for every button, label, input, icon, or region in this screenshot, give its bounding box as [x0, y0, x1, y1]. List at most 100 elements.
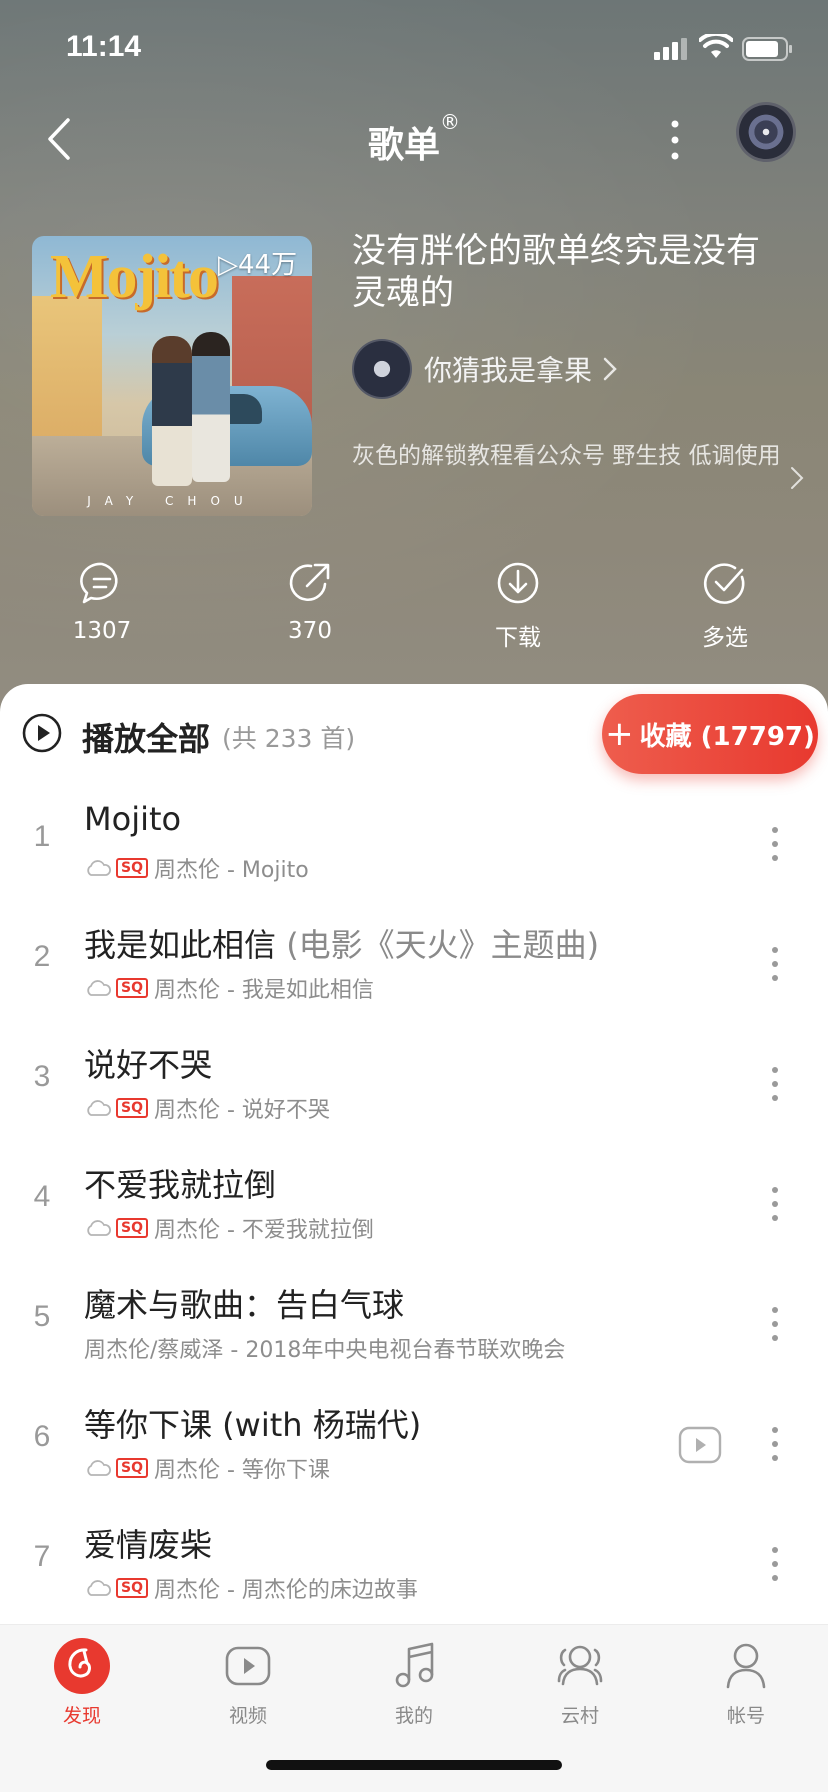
tab-label: 帐号	[726, 1705, 765, 1727]
playlist-description[interactable]: 灰色的解锁教程看公众号 野生技 低调使用	[352, 436, 782, 476]
song-row[interactable]: 7 爱情废柴 SQ 周杰伦 - 周杰伦的床边故事	[0, 1504, 828, 1624]
play-count: ▷44万	[218, 244, 297, 281]
cover-art-person	[192, 332, 230, 482]
download-label: 下载	[495, 625, 541, 651]
home-indicator	[266, 1760, 562, 1770]
song-row[interactable]: 6 等你下课 (with 杨瑞代) SQ 周杰伦 - 等你下课	[0, 1384, 828, 1504]
plus-icon: +	[605, 714, 634, 754]
song-row[interactable]: 5 魔术与歌曲：告白气球 周杰伦/蔡威泽 - 2018年中央电视台春节联欢晚会	[0, 1264, 828, 1384]
sq-quality-badge: SQ	[116, 1218, 148, 1238]
song-artist-album: 周杰伦 - 说好不哭	[153, 1098, 330, 1123]
song-row[interactable]: 1 Mojito SQ 周杰伦 - Mojito	[0, 784, 828, 904]
more-vertical-icon[interactable]	[760, 1302, 790, 1346]
status-time: 11:14	[66, 30, 142, 63]
collect-button[interactable]: + 收藏 (17797)	[602, 694, 818, 774]
song-artist-album: 周杰伦 - Mojito	[153, 858, 309, 883]
comment-button[interactable]: 1307	[42, 560, 162, 644]
creator-avatar[interactable]	[352, 339, 412, 399]
more-vertical-icon[interactable]	[760, 1182, 790, 1226]
song-list-panel: 播放全部 (共 233 首) + 收藏 (17797) 1 Mojito SQ …	[0, 684, 828, 1624]
more-vertical-icon[interactable]	[760, 1062, 790, 1106]
creator-name[interactable]: 你猜我是拿果	[424, 349, 592, 389]
user-icon	[726, 1643, 766, 1689]
song-title: 等你下课 (with 杨瑞代)	[84, 1406, 422, 1444]
registered-mark: ®	[440, 110, 460, 134]
chevron-right-icon	[603, 357, 617, 381]
song-title: 爱情废柴	[84, 1526, 213, 1564]
share-button[interactable]: 370	[250, 560, 370, 644]
more-vertical-icon[interactable]	[760, 942, 790, 986]
playlist-actions: 1307 370 下载 多选	[0, 560, 828, 660]
playlist-cover[interactable]: Mojito JAY CHOU ▷44万	[32, 236, 312, 516]
tab-discover[interactable]: 发现	[22, 1637, 142, 1728]
song-index: 1	[33, 820, 51, 853]
share-icon	[289, 563, 330, 601]
song-title: 不爱我就拉倒	[84, 1166, 277, 1204]
song-row[interactable]: 3 说好不哭 SQ 周杰伦 - 说好不哭	[0, 1024, 828, 1144]
music-note-icon	[395, 1642, 434, 1688]
play-count-icon: ▷	[218, 250, 238, 280]
song-index: 6	[33, 1420, 51, 1453]
song-index: 2	[33, 940, 51, 973]
cloud-icon	[87, 980, 111, 996]
song-index: 3	[33, 1060, 51, 1093]
page-title-text: 歌单	[367, 125, 440, 166]
cloud-icon	[87, 1580, 111, 1596]
more-vertical-icon[interactable]	[760, 1542, 790, 1586]
song-row[interactable]: 4 不爱我就拉倒 SQ 周杰伦 - 不爱我就拉倒	[0, 1144, 828, 1264]
song-subtitle: 周杰伦/蔡威泽 - 2018年中央电视台春节联欢晚会	[84, 1334, 566, 1363]
playlist-title: 没有胖伦的歌单终究是没有灵魂的	[352, 231, 760, 313]
play-all-row[interactable]: 播放全部 (共 233 首) + 收藏 (17797)	[0, 684, 828, 784]
song-subtitle: SQ 周杰伦 - 等你下课	[84, 1454, 330, 1483]
song-subtitle: SQ 周杰伦 - 周杰伦的床边故事	[84, 1574, 418, 1603]
song-count: (共 233 首)	[222, 724, 356, 753]
play-all-label[interactable]: 播放全部	[82, 714, 210, 760]
cellular-signal-icon	[654, 38, 687, 60]
cover-artist-text: JAY CHOU	[87, 494, 257, 508]
creator-row[interactable]: 你猜我是拿果	[352, 338, 618, 400]
song-artist-album: 周杰伦 - 周杰伦的床边故事	[153, 1578, 418, 1603]
play-count-value: 44万	[238, 250, 298, 280]
song-index: 5	[33, 1300, 51, 1333]
tab-video[interactable]: 视频	[188, 1637, 308, 1728]
netease-logo-icon	[54, 1638, 110, 1694]
music-video-icon[interactable]	[678, 1426, 722, 1464]
chevron-right-icon[interactable]	[790, 466, 804, 490]
status-bar: 11:14	[0, 0, 828, 100]
collect-label: 收藏 (17797)	[639, 721, 815, 752]
comment-count: 1307	[72, 618, 132, 644]
more-vertical-icon[interactable]	[760, 822, 790, 866]
download-icon	[497, 562, 539, 604]
song-artist-album: 周杰伦/蔡威泽 - 2018年中央电视台春节联欢晚会	[84, 1338, 566, 1363]
multiselect-button[interactable]: 多选	[665, 560, 785, 652]
more-vertical-icon[interactable]	[660, 114, 690, 166]
cloud-icon	[87, 1460, 111, 1476]
tab-cloud-village[interactable]: 云村	[520, 1637, 640, 1728]
song-subtitle: SQ 周杰伦 - 不爱我就拉倒	[84, 1214, 374, 1243]
more-vertical-icon[interactable]	[760, 1422, 790, 1466]
video-play-icon	[225, 1646, 271, 1686]
comment-icon	[80, 562, 118, 604]
cloud-icon	[87, 1220, 111, 1236]
now-playing-disc[interactable]	[736, 102, 796, 162]
wifi-icon	[699, 34, 733, 58]
play-circle-icon[interactable]	[22, 713, 62, 753]
download-button[interactable]: 下载	[458, 560, 578, 652]
tab-account[interactable]: 帐号	[686, 1637, 806, 1728]
cloud-icon	[87, 1100, 111, 1116]
tab-label: 云村	[560, 1705, 599, 1727]
song-title: 魔术与歌曲：告白气球	[84, 1286, 405, 1324]
tab-label: 视频	[228, 1705, 267, 1727]
song-artist-album: 周杰伦 - 等你下课	[153, 1458, 330, 1483]
song-artist-album: 周杰伦 - 我是如此相信	[153, 978, 374, 1003]
share-count: 370	[288, 618, 332, 644]
song-index: 7	[33, 1540, 51, 1573]
song-row[interactable]: 2 我是如此相信 (电影《天火》主题曲) SQ 周杰伦 - 我是如此相信	[0, 904, 828, 1024]
song-subtitle: SQ 周杰伦 - 我是如此相信	[84, 974, 374, 1003]
tab-mine[interactable]: 我的	[354, 1637, 474, 1728]
song-title: 我是如此相信 (电影《天火》主题曲)	[84, 926, 600, 964]
sq-quality-badge: SQ	[116, 1578, 148, 1598]
song-subtitle: SQ 周杰伦 - Mojito	[84, 854, 309, 883]
navigation-bar: 歌单®	[0, 100, 828, 180]
song-artist-album: 周杰伦 - 不爱我就拉倒	[153, 1218, 374, 1243]
